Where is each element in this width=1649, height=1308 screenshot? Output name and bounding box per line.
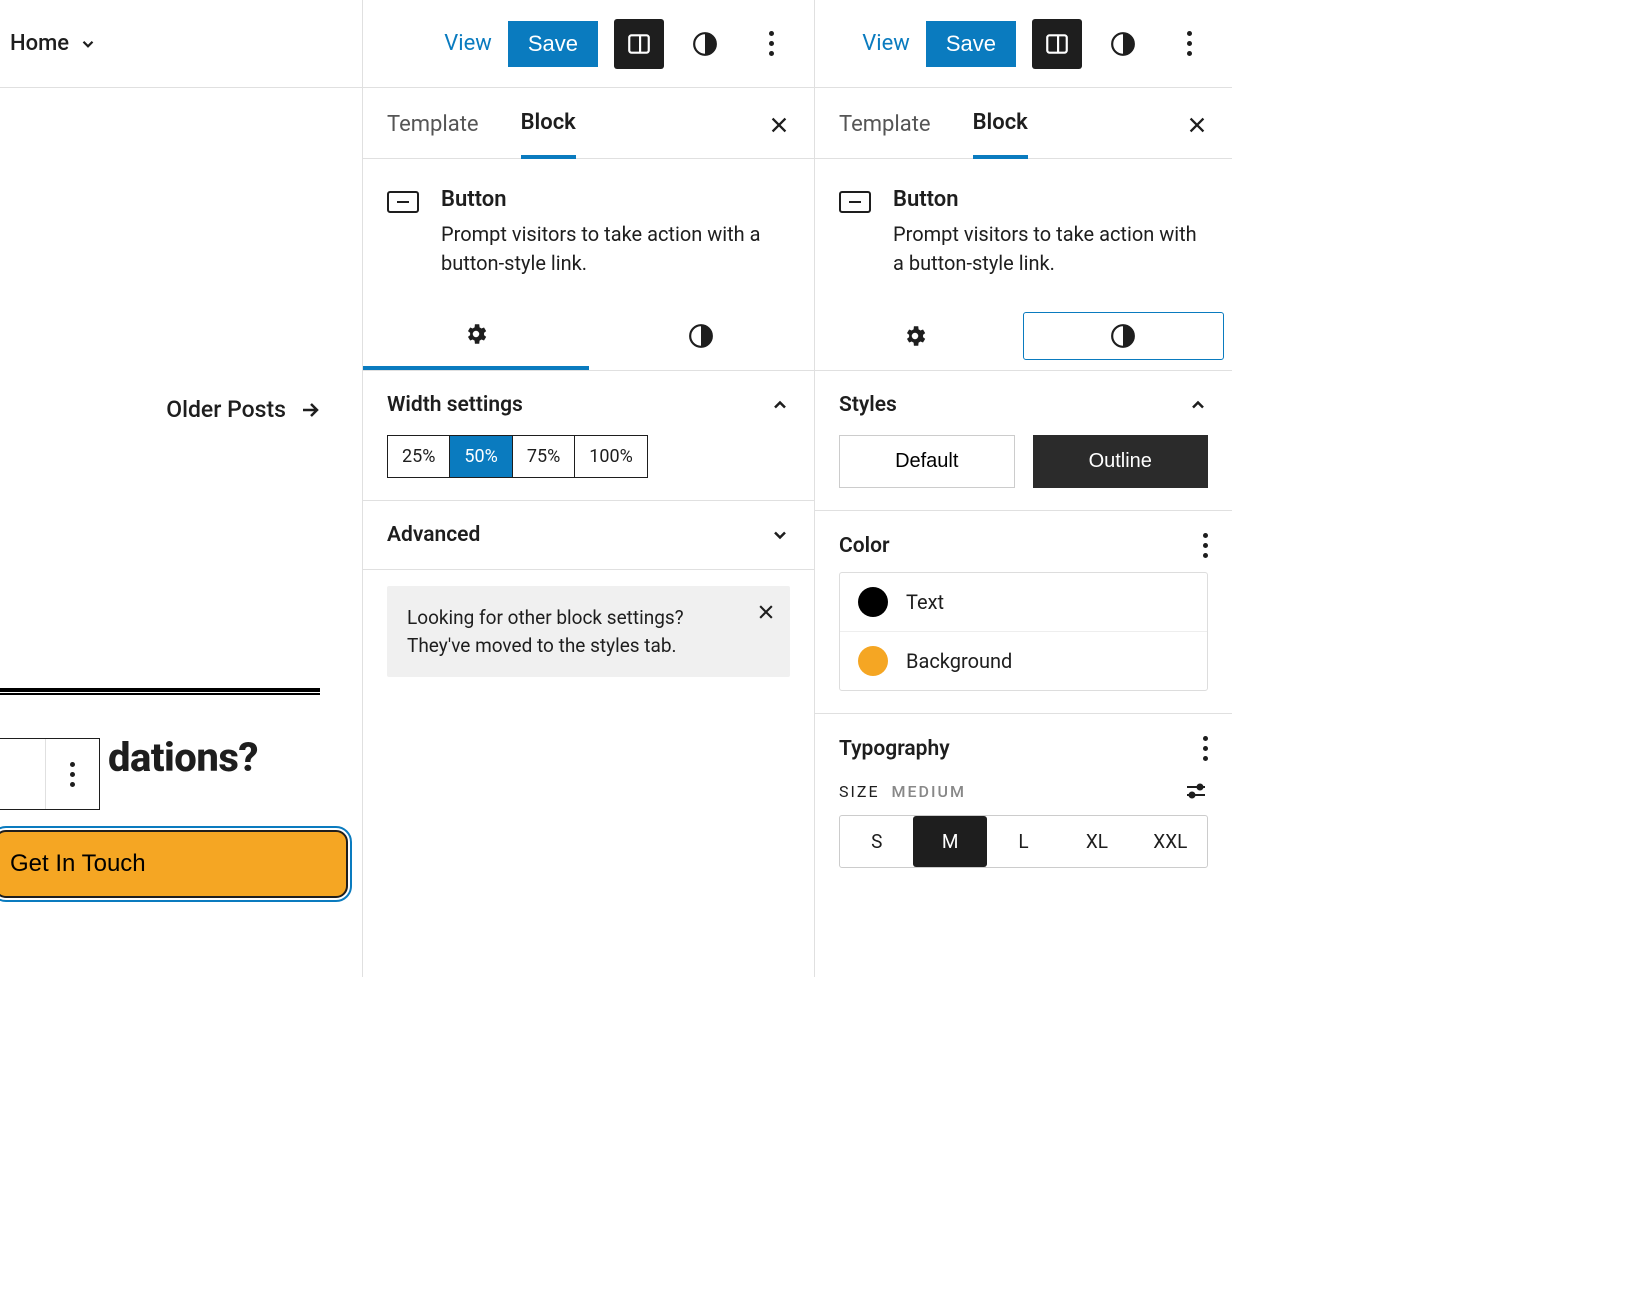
color-section-more-button[interactable] (1203, 533, 1208, 558)
styles-subtab[interactable] (1023, 312, 1225, 360)
view-link[interactable]: View (862, 31, 910, 56)
dots-vertical-icon (769, 31, 774, 56)
save-button[interactable]: Save (926, 21, 1016, 67)
style-default-button[interactable]: Default (839, 435, 1015, 488)
chevron-up-icon (770, 395, 790, 415)
font-size-options: S M L XL XXL (839, 815, 1208, 868)
block-name: Button (441, 187, 790, 212)
width-25[interactable]: 25% (388, 436, 450, 477)
settings-subtab[interactable] (815, 302, 1015, 370)
appearance-toggle-button[interactable] (680, 19, 730, 69)
color-text-label: Text (906, 590, 944, 614)
notice-text: Looking for other block settings? They'v… (407, 606, 684, 657)
color-text-row[interactable]: Text (840, 573, 1207, 631)
gear-icon (902, 323, 928, 349)
tab-block[interactable]: Block (521, 110, 576, 159)
cta-button-label: Get In Touch (10, 850, 146, 877)
size-xxl[interactable]: XXL (1134, 816, 1207, 867)
cta-button[interactable]: Get In Touch (0, 830, 348, 898)
block-description: Prompt visitors to take action with a bu… (441, 220, 790, 278)
advanced-toggle[interactable]: Advanced (387, 523, 790, 547)
text-color-swatch (858, 587, 888, 617)
more-menu-button[interactable] (746, 19, 796, 69)
view-link[interactable]: View (444, 31, 492, 56)
chevron-up-icon (1188, 395, 1208, 415)
color-background-row[interactable]: Background (840, 631, 1207, 690)
background-color-swatch (858, 646, 888, 676)
width-50[interactable]: 50% (450, 436, 512, 477)
half-circle-icon (692, 31, 718, 57)
tab-block[interactable]: Block (973, 110, 1028, 159)
sidebar-icon (626, 31, 652, 57)
appearance-toggle-button[interactable] (1098, 19, 1148, 69)
color-background-label: Background (906, 649, 1012, 673)
size-label: SIZE (839, 782, 880, 801)
block-name: Button (893, 187, 1208, 212)
toggle-sidebar-button[interactable] (614, 19, 664, 69)
half-circle-icon (1110, 323, 1136, 349)
styles-subtab[interactable] (589, 302, 815, 370)
width-settings-toggle[interactable]: Width settings (387, 393, 790, 417)
styles-section-title: Styles (839, 393, 897, 417)
close-inspector-button[interactable] (1186, 114, 1208, 154)
button-block-icon (387, 191, 419, 213)
settings-moved-notice: Looking for other block settings? They'v… (387, 586, 790, 677)
dismiss-notice-button[interactable] (756, 602, 776, 622)
color-section-title: Color (839, 534, 890, 558)
breadcrumb-home[interactable]: Home (0, 0, 97, 88)
size-custom-toggle[interactable] (1184, 779, 1208, 803)
styles-section-toggle[interactable]: Styles (839, 393, 1208, 417)
width-100[interactable]: 100% (575, 436, 647, 477)
close-inspector-button[interactable] (768, 114, 790, 154)
typography-section-more-button[interactable] (1203, 736, 1208, 761)
width-options: 25% 50% 75% 100% (387, 435, 648, 478)
typography-section-title: Typography (839, 737, 950, 761)
tab-template[interactable]: Template (387, 112, 479, 157)
sidebar-icon (1044, 31, 1070, 57)
older-posts-link[interactable]: Older Posts (166, 396, 322, 423)
dots-vertical-icon (1203, 736, 1208, 761)
style-outline-button[interactable]: Outline (1033, 435, 1209, 488)
toggle-sidebar-button[interactable] (1032, 19, 1082, 69)
arrow-right-icon (298, 398, 322, 422)
close-icon (768, 114, 790, 136)
close-icon (756, 602, 776, 622)
size-l[interactable]: L (987, 816, 1060, 867)
breadcrumb-label: Home (10, 31, 69, 56)
heading-text-fragment[interactable]: dations? (108, 734, 258, 781)
dots-vertical-icon (70, 762, 75, 787)
chevron-down-icon (770, 525, 790, 545)
chevron-down-icon (79, 35, 97, 53)
sliders-icon (1184, 779, 1208, 803)
width-75[interactable]: 75% (513, 436, 575, 477)
tab-template[interactable]: Template (839, 112, 931, 157)
save-button[interactable]: Save (508, 21, 598, 67)
older-posts-label: Older Posts (166, 396, 286, 423)
size-m[interactable]: M (913, 816, 986, 867)
more-menu-button[interactable] (1164, 19, 1214, 69)
block-toolbar[interactable] (0, 738, 100, 810)
button-block-icon (839, 191, 871, 213)
size-xl[interactable]: XL (1060, 816, 1133, 867)
advanced-title: Advanced (387, 523, 480, 547)
settings-subtab[interactable] (363, 302, 589, 370)
width-settings-title: Width settings (387, 393, 523, 417)
gear-icon (463, 321, 489, 347)
more-options-button[interactable] (46, 739, 100, 809)
separator (0, 688, 320, 692)
size-s[interactable]: S (840, 816, 913, 867)
separator (0, 693, 320, 695)
close-icon (1186, 114, 1208, 136)
dots-vertical-icon (1187, 31, 1192, 56)
half-circle-icon (688, 323, 714, 349)
block-description: Prompt visitors to take action with a bu… (893, 220, 1208, 278)
dots-vertical-icon (1203, 533, 1208, 558)
size-value: MEDIUM (892, 782, 966, 801)
half-circle-icon (1110, 31, 1136, 57)
toolbar-cell[interactable] (0, 739, 46, 809)
editor-canvas[interactable]: Older Posts dations? Get In Touch (0, 88, 362, 977)
